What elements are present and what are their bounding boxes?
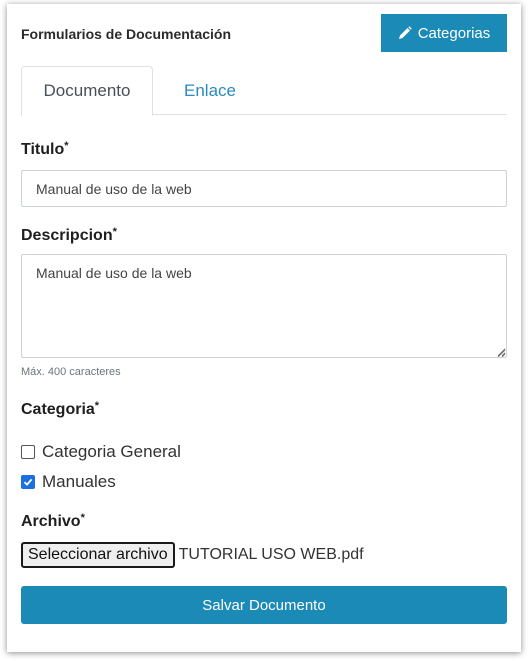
- category-label-text: Categoria: [21, 401, 95, 418]
- required-mark: *: [80, 512, 85, 524]
- tab-enlace[interactable]: Enlace: [153, 66, 267, 115]
- save-document-button[interactable]: Salvar Documento: [21, 586, 507, 624]
- category-option-manuales[interactable]: Manuales: [21, 472, 116, 492]
- description-label-text: Descripcion: [21, 227, 113, 244]
- description-textarea[interactable]: Manual de uso de la web: [21, 254, 507, 358]
- title-input[interactable]: [21, 170, 507, 207]
- file-label: Archivo*: [21, 512, 85, 531]
- selected-file-name: TUTORIAL USO WEB.pdf: [178, 546, 364, 563]
- pencil-icon: [398, 26, 412, 40]
- category-manuales-label: Manuales: [42, 472, 116, 491]
- required-mark: *: [94, 400, 100, 412]
- file-input: Seleccionar archivo TUTORIAL USO WEB.pdf: [21, 542, 364, 568]
- resize-grip-icon[interactable]: [497, 349, 505, 357]
- page-title: Formularios de Documentación: [21, 26, 232, 42]
- form-tabs: Documento Enlace: [21, 66, 507, 116]
- category-manuales-checkbox[interactable]: [21, 475, 35, 489]
- form-panel: Formularios de Documentación Categorias …: [7, 4, 521, 652]
- description-label: Descripcion*: [21, 226, 117, 245]
- category-general-checkbox[interactable]: [21, 445, 35, 459]
- required-mark: *: [64, 140, 69, 152]
- category-option-general[interactable]: Categoria General: [21, 442, 181, 462]
- select-file-button[interactable]: Seleccionar archivo: [21, 542, 175, 568]
- title-label: Titulo*: [21, 140, 69, 159]
- title-label-text: Titulo: [21, 141, 65, 158]
- description-helper: Máx. 400 caracteres: [21, 366, 121, 378]
- categories-button-label: Categorias: [417, 24, 491, 42]
- category-general-label: Categoria General: [42, 442, 181, 461]
- tab-documento[interactable]: Documento: [21, 66, 153, 116]
- required-mark: *: [112, 226, 117, 238]
- checkmark-icon: [23, 478, 33, 486]
- category-label: Categoria*: [21, 400, 100, 419]
- categories-button[interactable]: Categorias: [381, 14, 507, 52]
- panel-header: Formularios de Documentación Categorias: [21, 14, 507, 54]
- file-label-text: Archivo: [21, 513, 81, 530]
